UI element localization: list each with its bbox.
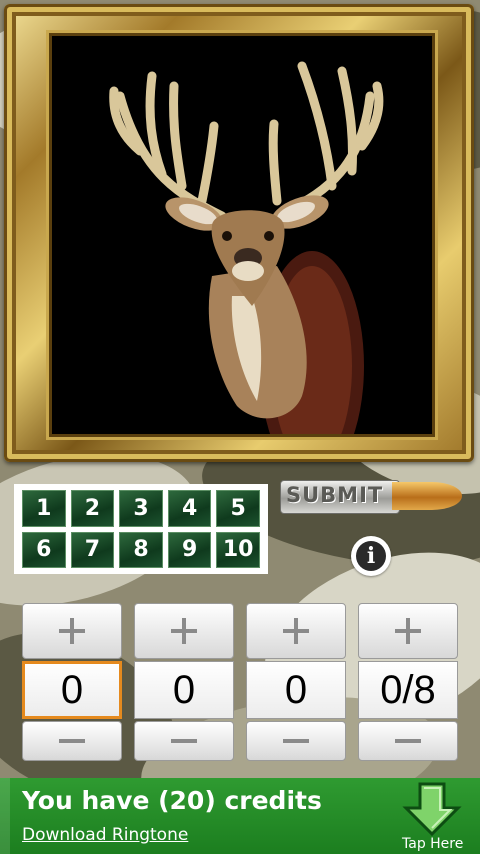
stepper-value[interactable]: 0 — [246, 661, 346, 719]
trophy-picture — [52, 36, 432, 434]
deer-trophy-image — [109, 61, 384, 434]
stepper-1: 0 — [22, 603, 122, 761]
increment-button[interactable] — [22, 603, 122, 659]
minus-icon — [283, 739, 309, 743]
plus-icon — [283, 618, 309, 644]
increment-button[interactable] — [246, 603, 346, 659]
tap-here-label: Tap Here — [402, 836, 464, 852]
number-tile[interactable]: 6 — [22, 531, 66, 568]
number-tile[interactable]: 10 — [216, 531, 260, 568]
stepper-2: 0 — [134, 603, 234, 761]
download-ringtone-link[interactable]: Download Ringtone — [22, 825, 188, 845]
plus-icon — [59, 618, 85, 644]
number-tile[interactable]: 1 — [22, 490, 66, 527]
number-tile[interactable]: 2 — [70, 490, 115, 527]
gold-picture-frame — [4, 4, 474, 462]
stepper-value[interactable]: 0/8 — [358, 661, 458, 719]
number-tile[interactable]: 8 — [119, 531, 163, 568]
increment-button[interactable] — [134, 603, 234, 659]
banner-stripe — [0, 778, 10, 854]
stepper-value[interactable]: 0 — [22, 661, 122, 719]
stepper-value[interactable]: 0 — [134, 661, 234, 719]
submit-button[interactable]: SUBMIT — [280, 476, 464, 516]
number-tile[interactable]: 3 — [119, 490, 163, 527]
bullet-tip-icon — [392, 482, 462, 510]
credits-headline: You have (20) credits — [22, 786, 322, 815]
tap-here-button[interactable]: Tap Here — [398, 782, 474, 852]
minus-icon — [59, 739, 85, 743]
number-grid: 1 2 3 4 5 6 7 8 9 10 — [14, 484, 268, 574]
plus-icon — [395, 618, 421, 644]
increment-button[interactable] — [358, 603, 458, 659]
decrement-button[interactable] — [246, 721, 346, 761]
decrement-button[interactable] — [134, 721, 234, 761]
plus-icon — [171, 618, 197, 644]
stepper-4: 0/8 — [358, 603, 458, 761]
info-icon: i — [356, 541, 386, 571]
submit-label: SUBMIT — [286, 483, 384, 507]
info-button[interactable]: i — [351, 536, 391, 576]
number-tile[interactable]: 9 — [167, 531, 212, 568]
minus-icon — [395, 739, 421, 743]
decrement-button[interactable] — [358, 721, 458, 761]
minus-icon — [171, 739, 197, 743]
number-tile[interactable]: 7 — [70, 531, 115, 568]
decrement-button[interactable] — [22, 721, 122, 761]
down-arrow-icon — [402, 782, 462, 837]
stepper-3: 0 — [246, 603, 346, 761]
number-tile[interactable]: 5 — [216, 490, 260, 527]
number-tile[interactable]: 4 — [167, 490, 212, 527]
ad-banner[interactable]: You have (20) credits Download Ringtone … — [0, 778, 480, 854]
